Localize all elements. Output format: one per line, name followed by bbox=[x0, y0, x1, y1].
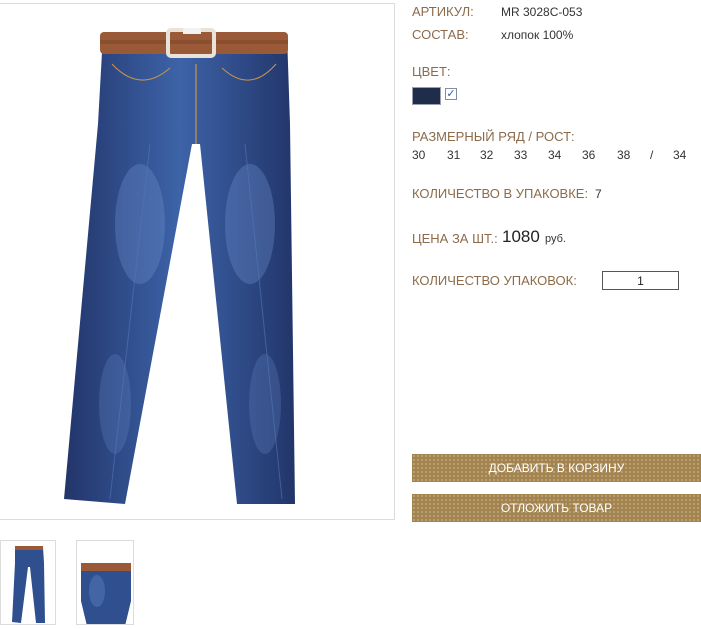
size-item: 38 bbox=[617, 148, 631, 162]
add-to-cart-button[interactable]: ДОБАВИТЬ В КОРЗИНУ bbox=[412, 454, 701, 482]
pack-qty-value: 7 bbox=[595, 187, 602, 201]
composition-value: хлопок 100% bbox=[501, 28, 574, 42]
packs-quantity-input[interactable] bbox=[602, 271, 679, 290]
price-value: 1080 bbox=[502, 227, 540, 246]
size-separator: / bbox=[650, 148, 654, 162]
thumbnail-1[interactable] bbox=[0, 540, 56, 625]
size-item: 31 bbox=[447, 148, 461, 162]
jeans-full-thumb-image bbox=[12, 546, 45, 623]
color-swatch[interactable] bbox=[412, 87, 441, 105]
price-currency: руб. bbox=[545, 233, 566, 245]
sizes-list: 30 31 32 33 34 36 38 / 34 bbox=[412, 148, 701, 164]
height-item: 34 bbox=[673, 148, 687, 162]
size-item: 34 bbox=[548, 148, 562, 162]
article-value: MR 3028C-053 bbox=[501, 5, 583, 19]
product-main-image[interactable] bbox=[0, 3, 395, 520]
packs-label: КОЛИЧЕСТВО УПАКОВОК: bbox=[412, 273, 577, 288]
sizes-label: РАЗМЕРНЫЙ РЯД / РОСТ: bbox=[412, 129, 575, 144]
size-item: 33 bbox=[514, 148, 528, 162]
pack-qty-label: КОЛИЧЕСТВО В УПАКОВКЕ: bbox=[412, 186, 589, 201]
price-label: ЦЕНА ЗА ШТ.: bbox=[412, 231, 498, 246]
composition-label: СОСТАВ: bbox=[412, 27, 469, 42]
color-label: ЦВЕТ: bbox=[412, 64, 451, 79]
thumbnail-2[interactable] bbox=[76, 540, 134, 625]
size-item: 30 bbox=[412, 148, 426, 162]
postpone-button[interactable]: ОТЛОЖИТЬ ТОВАР bbox=[412, 494, 701, 522]
jeans-waist-thumb-image bbox=[81, 563, 131, 624]
color-checkbox[interactable]: ✓ bbox=[445, 88, 457, 100]
article-label: АРТИКУЛ: bbox=[412, 4, 474, 19]
size-item: 32 bbox=[480, 148, 494, 162]
jeans-illustration bbox=[64, 28, 295, 504]
size-item: 36 bbox=[582, 148, 596, 162]
